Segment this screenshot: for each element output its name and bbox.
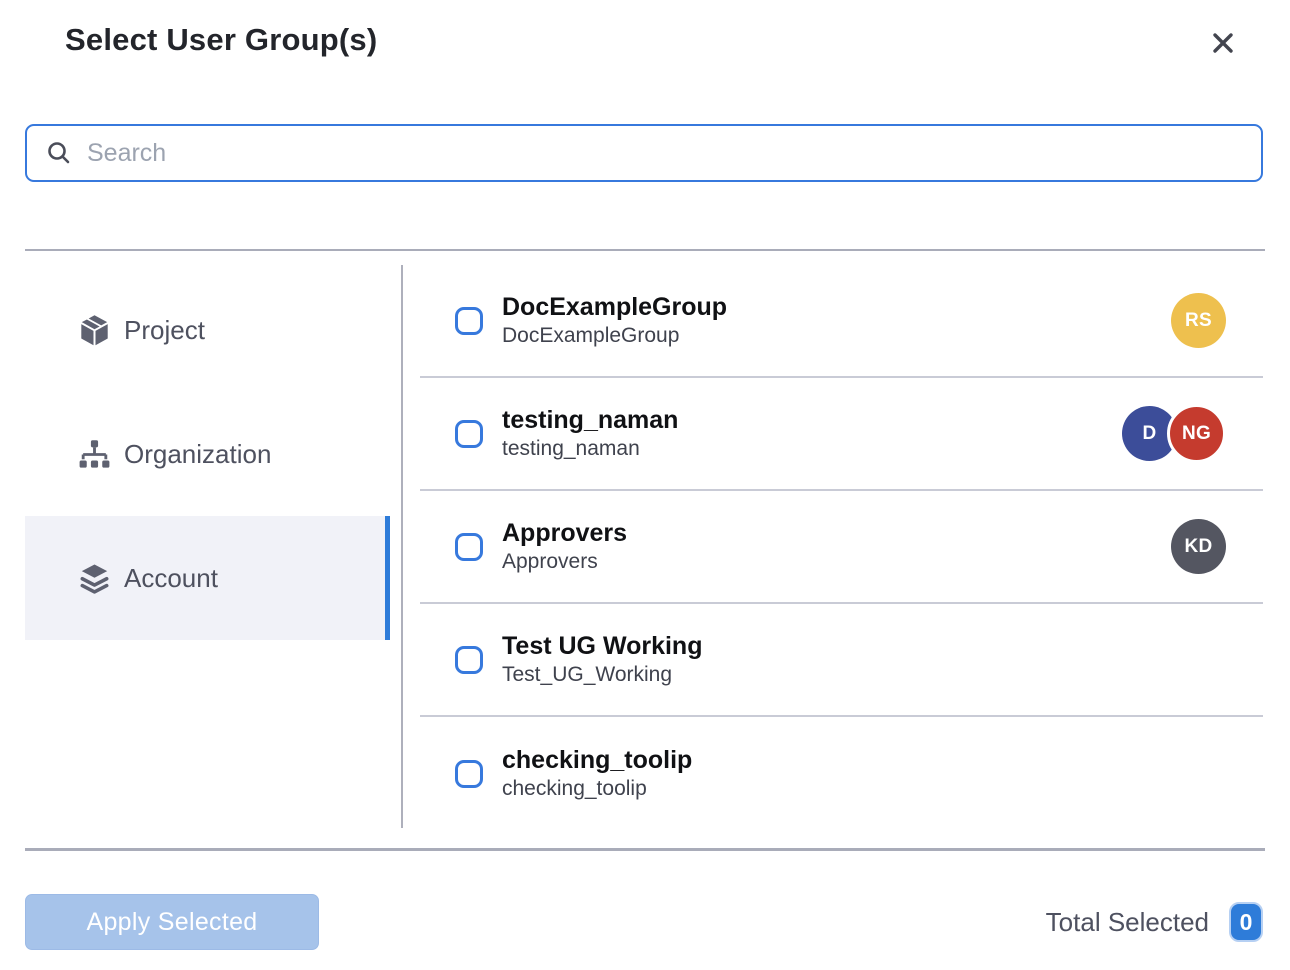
group-name: Approvers xyxy=(502,519,627,548)
footer-divider xyxy=(25,848,1265,851)
tab-account-label: Account xyxy=(124,563,218,594)
group-row: Approvers Approvers KD xyxy=(420,491,1263,604)
search-icon xyxy=(45,139,73,167)
header-divider xyxy=(25,249,1265,251)
group-text: Test UG Working Test_UG_Working xyxy=(502,632,702,688)
group-description: Approvers xyxy=(502,550,627,574)
tab-project-label: Project xyxy=(124,315,205,346)
group-avatars: D NG xyxy=(1122,404,1226,463)
group-description: DocExampleGroup xyxy=(502,324,727,348)
group-checkbox[interactable] xyxy=(455,760,483,788)
group-text: Approvers Approvers xyxy=(502,519,627,575)
layers-icon xyxy=(78,562,110,595)
close-icon xyxy=(1208,28,1238,58)
sidebar-divider xyxy=(401,265,403,828)
total-selected-badge: 0 xyxy=(1229,902,1263,942)
group-name: DocExampleGroup xyxy=(502,293,727,322)
group-description: testing_naman xyxy=(502,437,678,461)
group-row: Test UG Working Test_UG_Working xyxy=(420,604,1263,717)
select-user-groups-modal: Select User Group(s) xyxy=(0,0,1290,970)
modal-content: Project Organization xyxy=(0,265,1290,833)
group-name: testing_naman xyxy=(502,406,678,435)
group-text: testing_naman testing_naman xyxy=(502,406,678,462)
cube-icon xyxy=(78,314,110,347)
search-box xyxy=(25,124,1263,182)
avatar: NG xyxy=(1167,404,1226,463)
user-group-list: DocExampleGroup DocExampleGroup RS testi… xyxy=(420,265,1263,830)
total-selected-label: Total Selected xyxy=(1046,907,1209,938)
apply-selected-button[interactable]: Apply Selected xyxy=(25,894,319,950)
group-description: checking_toolip xyxy=(502,777,692,801)
scope-sidebar: Project Organization xyxy=(25,268,390,640)
group-checkbox[interactable] xyxy=(455,533,483,561)
total-selected: Total Selected 0 xyxy=(1046,894,1263,950)
group-row: testing_naman testing_naman D NG xyxy=(420,378,1263,491)
avatar: RS xyxy=(1171,293,1226,348)
group-row: checking_toolip checking_toolip xyxy=(420,717,1263,830)
group-checkbox[interactable] xyxy=(455,420,483,448)
tab-account[interactable]: Account xyxy=(25,516,390,640)
tab-organization[interactable]: Organization xyxy=(25,392,390,516)
group-checkbox[interactable] xyxy=(455,307,483,335)
group-row: DocExampleGroup DocExampleGroup RS xyxy=(420,265,1263,378)
search-input[interactable] xyxy=(87,139,1245,168)
group-text: DocExampleGroup DocExampleGroup xyxy=(502,293,727,349)
group-avatars: RS xyxy=(1171,293,1226,348)
group-name: checking_toolip xyxy=(502,746,692,775)
group-description: Test_UG_Working xyxy=(502,663,702,687)
tab-project[interactable]: Project xyxy=(25,268,390,392)
page-title: Select User Group(s) xyxy=(65,22,377,58)
group-text: checking_toolip checking_toolip xyxy=(502,746,692,802)
group-name: Test UG Working xyxy=(502,632,702,661)
close-button[interactable] xyxy=(1204,24,1242,62)
avatar: KD xyxy=(1171,519,1226,574)
group-avatars: KD xyxy=(1171,519,1226,574)
modal-header: Select User Group(s) xyxy=(65,22,1242,62)
org-chart-icon xyxy=(78,440,110,469)
group-checkbox[interactable] xyxy=(455,646,483,674)
tab-organization-label: Organization xyxy=(124,439,271,470)
